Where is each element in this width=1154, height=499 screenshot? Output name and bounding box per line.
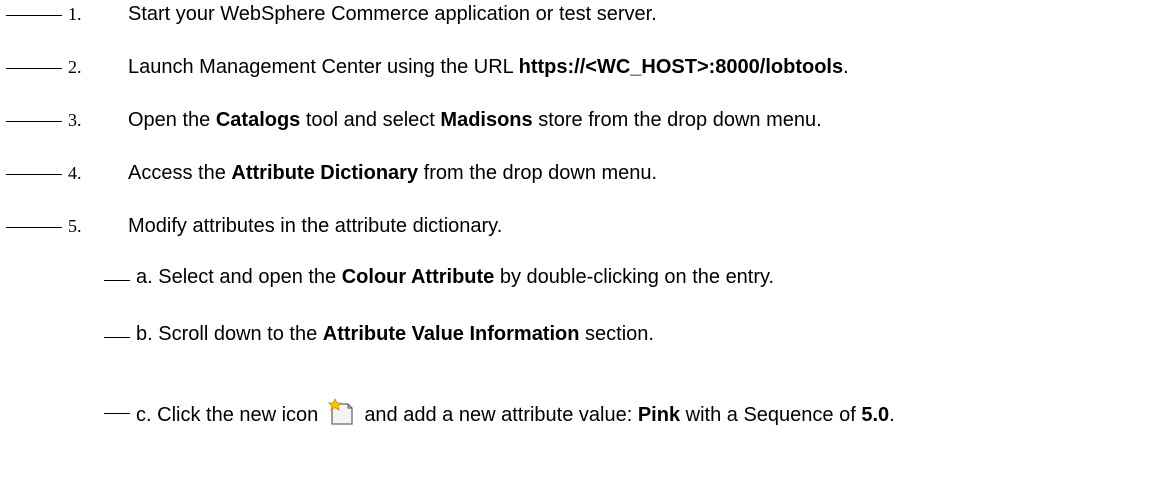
checkbox-blank [104, 280, 130, 281]
step-text: Access the Attribute Dictionary from the… [128, 162, 658, 184]
substep-c: c. Click the new icon and add a new attr… [0, 386, 1154, 426]
checkbox-blank [6, 227, 62, 228]
step-2: 2. Launch Management Center using the UR… [0, 53, 1154, 78]
checkbox-blank [104, 337, 130, 338]
step-text: Open the Catalogs tool and select Madiso… [128, 109, 822, 131]
checkbox-blank [6, 121, 62, 122]
step-1: 1. Start your WebSphere Commerce applica… [0, 0, 1154, 25]
step-text: Modify attributes in the attribute dicti… [128, 215, 503, 237]
checkbox-blank [6, 68, 62, 69]
step-number: 4. [68, 163, 82, 183]
step-3: 3. Open the Catalogs tool and select Mad… [0, 106, 1154, 131]
checkbox-blank [6, 15, 62, 16]
new-document-icon [328, 397, 354, 430]
substep-b: b. Scroll down to the Attribute Value In… [0, 320, 1154, 346]
step-text: Launch Management Center using the URL h… [128, 56, 849, 78]
step-number: 1. [68, 4, 82, 24]
step-5: 5. Modify attributes in the attribute di… [0, 212, 1154, 237]
substep-text: b. Scroll down to the Attribute Value In… [136, 323, 654, 345]
step-number: 5. [68, 216, 82, 236]
step-number: 2. [68, 57, 82, 77]
substep-text: c. Click the new icon and add a new attr… [136, 397, 895, 430]
step-4: 4. Access the Attribute Dictionary from … [0, 159, 1154, 184]
substep-a: a. Select and open the Colour Attribute … [0, 263, 1154, 289]
checkbox-blank [6, 174, 62, 175]
substep-text: a. Select and open the Colour Attribute … [136, 266, 775, 288]
step-text: Start your WebSphere Commerce applicatio… [128, 3, 657, 25]
step-number: 3. [68, 110, 82, 130]
url: https://<WC_HOST>:8000/lobtools [518, 56, 844, 78]
checkbox-blank [104, 413, 130, 414]
